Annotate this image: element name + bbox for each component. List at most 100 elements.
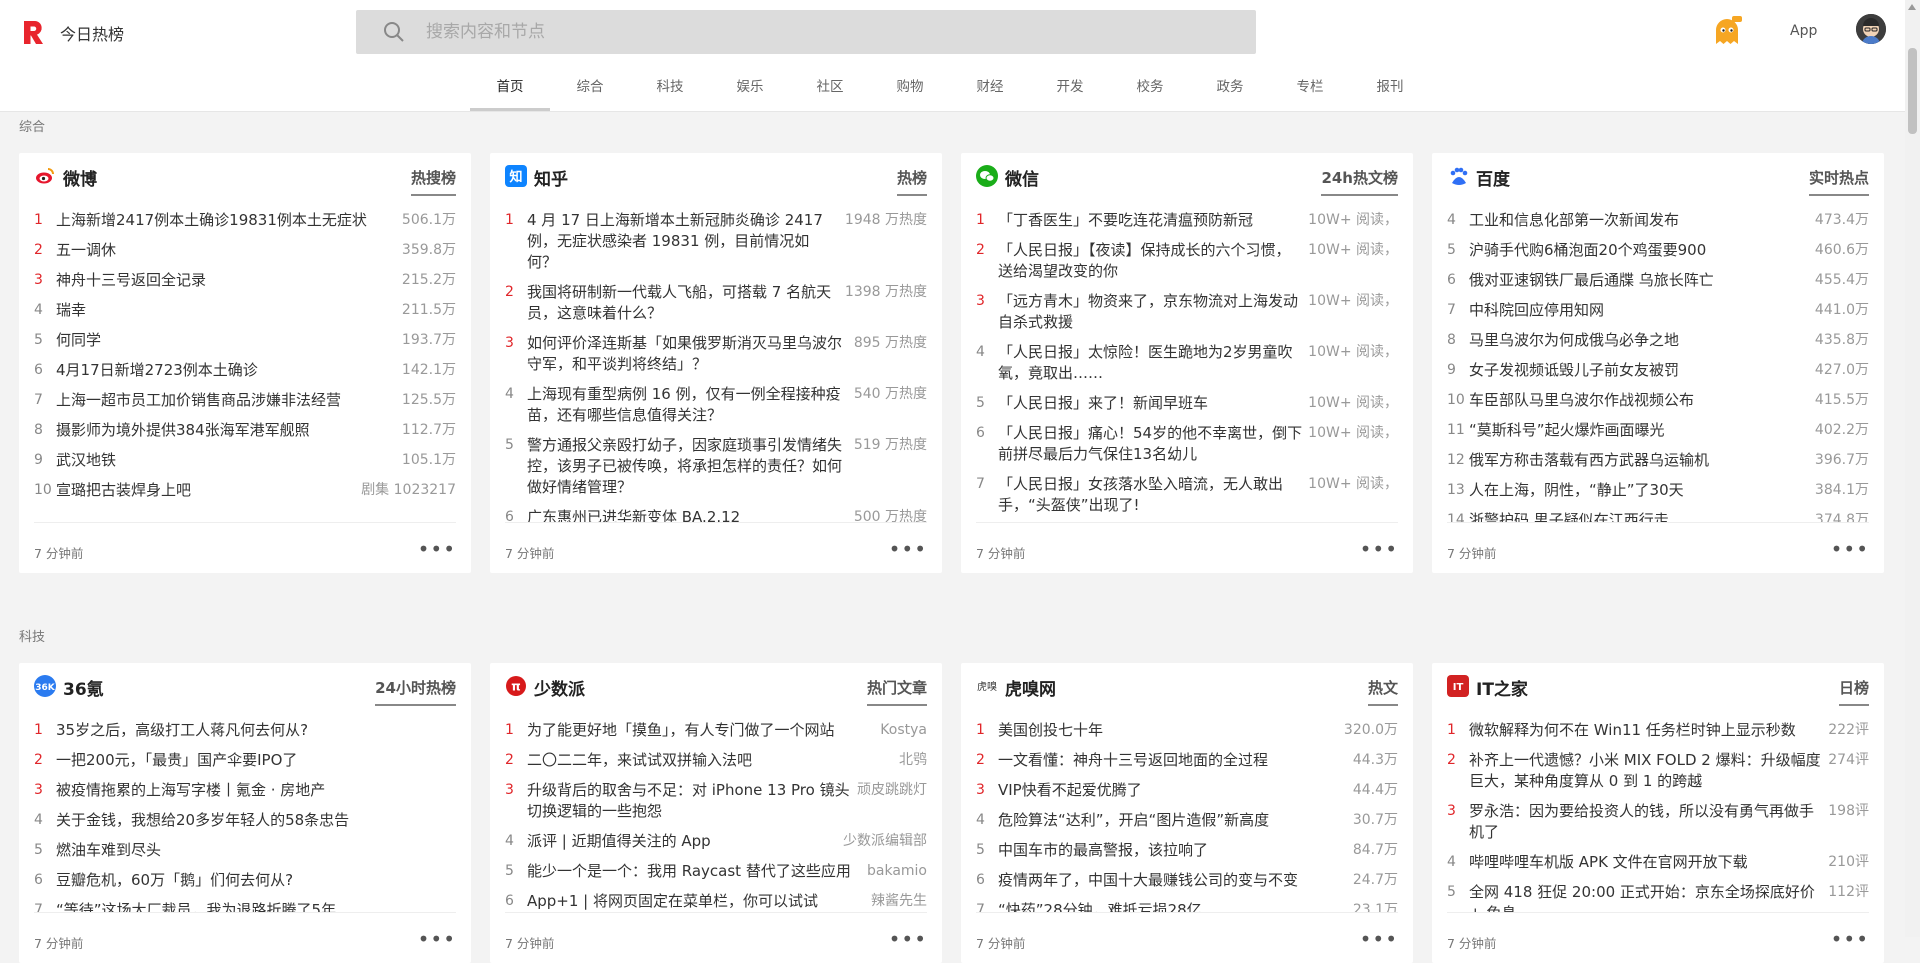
list-item[interactable]: 7 上海一超市员工加价销售商品涉嫌非法经营 125.5万 [34,390,456,411]
baidu-icon[interactable] [1447,165,1469,187]
item-title[interactable]: 浙警护码 男子疑似在江西行走 [1469,510,1809,522]
item-title[interactable]: 宣璐把古装焊身上吧 [56,480,355,501]
nav-tab[interactable]: 娱乐 [710,64,790,111]
more-options-icon[interactable]: ••• [418,927,456,951]
item-title[interactable]: 一把200元，「最贵」国产伞要IPO了 [56,750,450,771]
card-source-name[interactable]: 少数派 [534,675,585,700]
item-title[interactable]: 「人民日报」女孩落水坠入暗流，无人敢出手，“头盔侠”出现了! [998,474,1302,516]
card-tab[interactable]: 24h热文榜 [1321,167,1398,196]
item-title[interactable]: 「远方青木」物资来了，京东物流对上海发动自杀式救援 [998,291,1302,333]
list-item[interactable]: 2 「人民日报」【夜读】保持成长的六个习惯，送给渴望改变的你 10W+ 阅读， [976,240,1398,282]
item-title[interactable]: 罗永浩：因为要给投资人的钱，所以没有勇气再做手机了 [1469,801,1822,843]
card-source-name[interactable]: IT之家 [1476,675,1528,700]
list-item[interactable]: 1 微软解释为何不在 Win11 任务栏时钟上显示秒数 222评 [1447,720,1869,741]
item-title[interactable]: 「人民日报」来了！新闻早班车 [998,393,1302,414]
card-tab[interactable]: 热榜 [896,167,927,196]
item-title[interactable]: 疫情两年了，中国十大最赚钱公司的变与不变 [998,870,1347,891]
list-item[interactable]: 9 武汉地铁 105.1万 [34,450,456,471]
list-item[interactable]: 5 能少一个是一个：我用 Raycast 替代了这些应用 bakamio [505,861,927,882]
list-item[interactable]: 1 上海新增2417例本土确诊19831例本土无症状 506.1万 [34,210,456,231]
item-title[interactable]: “莫斯科号”起火爆炸画面曝光 [1469,420,1809,441]
list-item[interactable]: 4 瑞幸 211.5万 [34,300,456,321]
search-bar[interactable] [356,10,1256,54]
item-title[interactable]: 35岁之后，高级打工人蒋凡何去何从? [56,720,450,741]
list-item[interactable]: 4 派评 | 近期值得关注的 App 少数派编辑部 [505,831,927,852]
item-title[interactable]: 为了能更好地「摸鱼」，有人专门做了一个网站 [527,720,874,741]
list-item[interactable]: 14 浙警护码 男子疑似在江西行走 374.8万 [1447,510,1869,522]
list-item[interactable]: 5 警方通报父亲殴打幼子，因家庭琐事引发情绪失控，该男子已被传唤，将承担怎样的责… [505,435,927,498]
list-item[interactable]: 6 豆瓣危机，60万「鹅」们何去何从? [34,870,456,891]
item-title[interactable]: 二〇二二年，来试试双拼输入法吧 [527,750,893,771]
nav-tab[interactable]: 购物 [870,64,950,111]
search-input[interactable] [424,21,1228,43]
list-item[interactable]: 2 一文看懂：神舟十三号返回地面的全过程 44.3万 [976,750,1398,771]
list-item[interactable]: 2 五一调休 359.8万 [34,240,456,261]
item-title[interactable]: 4月17日新增2723例本土确诊 [56,360,396,381]
list-item[interactable]: 5 沪骑手代购6桶泡面20个鸡蛋要900 460.6万 [1447,240,1869,261]
list-item[interactable]: 6 4月17日新增2723例本土确诊 142.1万 [34,360,456,381]
list-item[interactable]: 7 “等待”这场大厂裁员，我为退路折腾了5年 [34,900,456,912]
card-source-name[interactable]: 微博 [63,165,97,190]
list-item[interactable]: 3 升级背后的取舍与不足：对 iPhone 13 Pro 镜头切换逻辑的一些抱怨… [505,780,927,822]
list-item[interactable]: 2 一把200元，「最贵」国产伞要IPO了 [34,750,456,771]
card-list[interactable]: 1 上海新增2417例本土确诊19831例本土无症状 506.1万 2 五一调休… [34,201,456,523]
item-title[interactable]: 俄对亚速钢铁厂最后通牒 乌旅长阵亡 [1469,270,1809,291]
card-tab[interactable]: 热门文章 [866,677,927,706]
card-list[interactable]: 1 「丁香医生」不要吃连花清瘟预防新冠 10W+ 阅读， 2 「人民日报」【夜读… [976,201,1398,523]
item-title[interactable]: App+1 | 将网页固定在菜单栏，你可以试试 [527,891,865,912]
card-source-name[interactable]: 百度 [1476,165,1510,190]
item-title[interactable]: 五一调休 [56,240,396,261]
more-options-icon[interactable]: ••• [1831,927,1869,951]
item-title[interactable]: 上海新增2417例本土确诊19831例本土无症状 [56,210,396,231]
item-title[interactable]: 「人民日报」【夜读】保持成长的六个习惯，送给渴望改变的你 [998,240,1302,282]
item-title[interactable]: 警方通报父亲殴打幼子，因家庭琐事引发情绪失控，该男子已被传唤，将承担怎样的责任？… [527,435,848,498]
item-title[interactable]: 被疫情拖累的上海写字楼丨氪金 · 房地产 [56,780,450,801]
item-title[interactable]: 摄影师为境外提供384张海军港军舰照 [56,420,396,441]
item-title[interactable]: 4 月 17 日上海新增本土新冠肺炎确诊 2417 例，无症状感染者 19831… [527,210,839,273]
list-item[interactable]: 11 “莫斯科号”起火爆炸画面曝光 402.2万 [1447,420,1869,441]
list-item[interactable]: 2 补齐上一代遗憾？小米 MIX FOLD 2 爆料：升级幅度巨大，某种角度算从… [1447,750,1869,792]
item-title[interactable]: 中国车市的最高警报，该拉响了 [998,840,1347,861]
item-title[interactable]: 何同学 [56,330,396,351]
list-item[interactable]: 2 我国将研制新一代载人飞船，可搭载 7 名航天员，这意味着什么？ 1398 万… [505,282,927,324]
more-options-icon[interactable]: ••• [1360,927,1398,951]
list-item[interactable]: 1 4 月 17 日上海新增本土新冠肺炎确诊 2417 例，无症状感染者 198… [505,210,927,273]
item-title[interactable]: 「人民日报」痛心！54岁的他不幸离世，倒下前拼尽最后力气保住13名幼儿 [998,423,1302,465]
item-title[interactable]: 「丁香医生」不要吃连花清瘟预防新冠 [998,210,1302,231]
item-title[interactable]: 俄军方称击落载有西方武器乌运输机 [1469,450,1809,471]
list-item[interactable]: 4 哔哩哔哩车机版 APK 文件在官网开放下载 210评 [1447,852,1869,873]
item-title[interactable]: 豆瓣危机，60万「鹅」们何去何从? [56,870,450,891]
list-item[interactable]: 3 被疫情拖累的上海写字楼丨氪金 · 房地产 [34,780,456,801]
scroll-up-arrow-icon[interactable] [1908,4,1916,10]
card-list[interactable]: 1 微软解释为何不在 Win11 任务栏时钟上显示秒数 222评 2 补齐上一代… [1447,711,1869,913]
item-title[interactable]: VIP快看不起爱优腾了 [998,780,1347,801]
card-list[interactable]: 4 工业和信息化部第一次新闻发布 473.4万 5 沪骑手代购6桶泡面20个鸡蛋… [1447,201,1869,523]
item-title[interactable]: 武汉地铁 [56,450,396,471]
list-item[interactable]: 3 VIP快看不起爱优腾了 44.4万 [976,780,1398,801]
scrollbar[interactable] [1905,0,1920,937]
list-item[interactable]: 8 马里乌波尔为何成俄乌必争之地 435.8万 [1447,330,1869,351]
item-title[interactable]: 美国创投七十年 [998,720,1338,741]
app-title[interactable]: 今日热榜 [60,21,124,45]
zhihu-icon[interactable]: 知 [505,165,527,187]
list-item[interactable]: 1 「丁香医生」不要吃连花清瘟预防新冠 10W+ 阅读， [976,210,1398,231]
huxiu-icon[interactable]: 虎嗅 [976,675,998,697]
list-item[interactable]: 9 女子发视频诋毁儿子前女友被罚 427.0万 [1447,360,1869,381]
nav-tab[interactable]: 科技 [630,64,710,111]
card-list[interactable]: 1 35岁之后，高级打工人蒋凡何去何从? 2 一把200元，「最贵」国产伞要IP… [34,711,456,913]
ithome-icon[interactable]: IT [1447,675,1469,697]
list-item[interactable]: 4 危险算法“达利”，开启“图片造假”新高度 30.7万 [976,810,1398,831]
list-item[interactable]: 6 疫情两年了，中国十大最赚钱公司的变与不变 24.7万 [976,870,1398,891]
item-title[interactable]: 女子发视频诋毁儿子前女友被罚 [1469,360,1809,381]
item-title[interactable]: 燃油车难到尽头 [56,840,450,861]
item-title[interactable]: 危险算法“达利”，开启“图片造假”新高度 [998,810,1347,831]
item-title[interactable]: 派评 | 近期值得关注的 App [527,831,837,852]
list-item[interactable]: 6 广东惠州已进华新变体 BA.2.12 500 万热度 [505,507,927,522]
item-title[interactable]: 一文看懂：神舟十三号返回地面的全过程 [998,750,1347,771]
card-source-name[interactable]: 知乎 [534,165,568,190]
item-title[interactable]: 沪骑手代购6桶泡面20个鸡蛋要900 [1469,240,1809,261]
36kr-icon[interactable]: 36K [34,675,56,697]
list-item[interactable]: 5 全网 418 狂促 20:00 正式开始：京东全场探底好价 + 免息 112… [1447,882,1869,912]
list-item[interactable]: 4 工业和信息化部第一次新闻发布 473.4万 [1447,210,1869,231]
list-item[interactable]: 3 「远方青木」物资来了，京东物流对上海发动自杀式救援 10W+ 阅读， [976,291,1398,333]
